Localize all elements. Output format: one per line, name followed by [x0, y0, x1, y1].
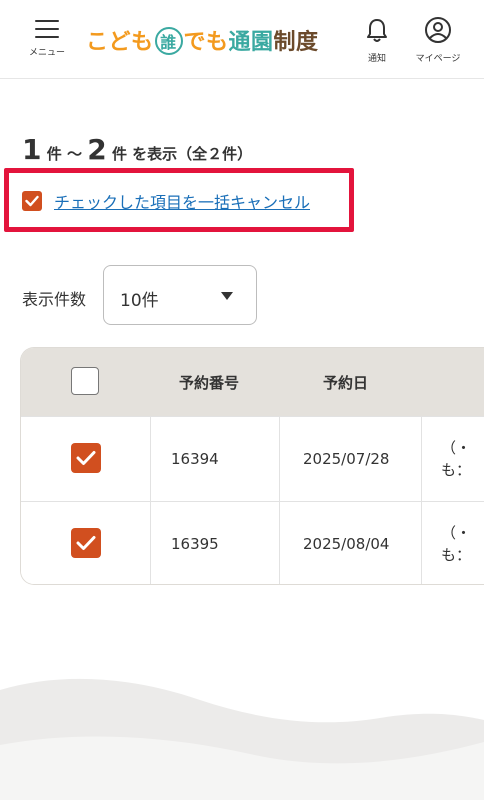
- column-header-number: 予約番号: [179, 374, 240, 392]
- bulk-select-checkbox[interactable]: [22, 191, 42, 211]
- mypage-button[interactable]: マイページ: [410, 16, 466, 66]
- checkmark-icon: [25, 195, 39, 207]
- mypage-label: マイページ: [415, 54, 461, 64]
- row-checkbox[interactable]: [71, 528, 101, 558]
- result-count: 1 件 ～ 2 件 を表示（全２件）: [22, 133, 253, 166]
- table-row: 16394 2025/07/28 （・ も：: [21, 416, 484, 502]
- background-waves: [0, 678, 484, 800]
- app-header: メニュー こども誰でも通園制度 通知 マイページ: [0, 0, 484, 79]
- select-all-checkbox[interactable]: [71, 367, 99, 395]
- column-header-date: 予約日: [323, 374, 369, 392]
- notification-label: 通知: [367, 54, 386, 64]
- menu-button[interactable]: メニュー: [24, 16, 70, 66]
- table-row: 16395 2025/08/04 （・ も：: [21, 501, 484, 584]
- page-size-label: 表示件数: [22, 290, 87, 309]
- page-size-select[interactable]: 10件: [103, 265, 257, 325]
- row-checkbox[interactable]: [71, 443, 101, 473]
- table-header-row: 予約番号 予約日: [21, 348, 484, 416]
- bulk-cancel-link[interactable]: チェックした項目を一括キャンセル: [54, 189, 310, 213]
- hamburger-icon: [35, 20, 59, 38]
- reservation-date: 2025/08/04: [303, 535, 390, 553]
- truncated-cell: （・ も：: [441, 524, 472, 564]
- user-icon: [425, 17, 451, 43]
- reservation-date: 2025/07/28: [303, 450, 390, 468]
- notification-button[interactable]: 通知: [360, 16, 394, 66]
- bell-icon: [367, 19, 387, 42]
- checkmark-icon: [76, 536, 96, 550]
- caret-down-icon: [221, 292, 233, 300]
- menu-label: メニュー: [28, 48, 65, 58]
- page-size-value: 10件: [120, 291, 159, 311]
- reservation-number: 16394: [171, 450, 219, 468]
- reservation-table: 予約番号 予約日 16394 2025/07/28 （・ も： 16395 20…: [20, 347, 484, 585]
- site-logo[interactable]: こども誰でも通園制度: [86, 24, 319, 57]
- truncated-cell: （・ も：: [441, 439, 472, 479]
- reservation-number: 16395: [171, 535, 219, 553]
- checkmark-icon: [76, 451, 96, 465]
